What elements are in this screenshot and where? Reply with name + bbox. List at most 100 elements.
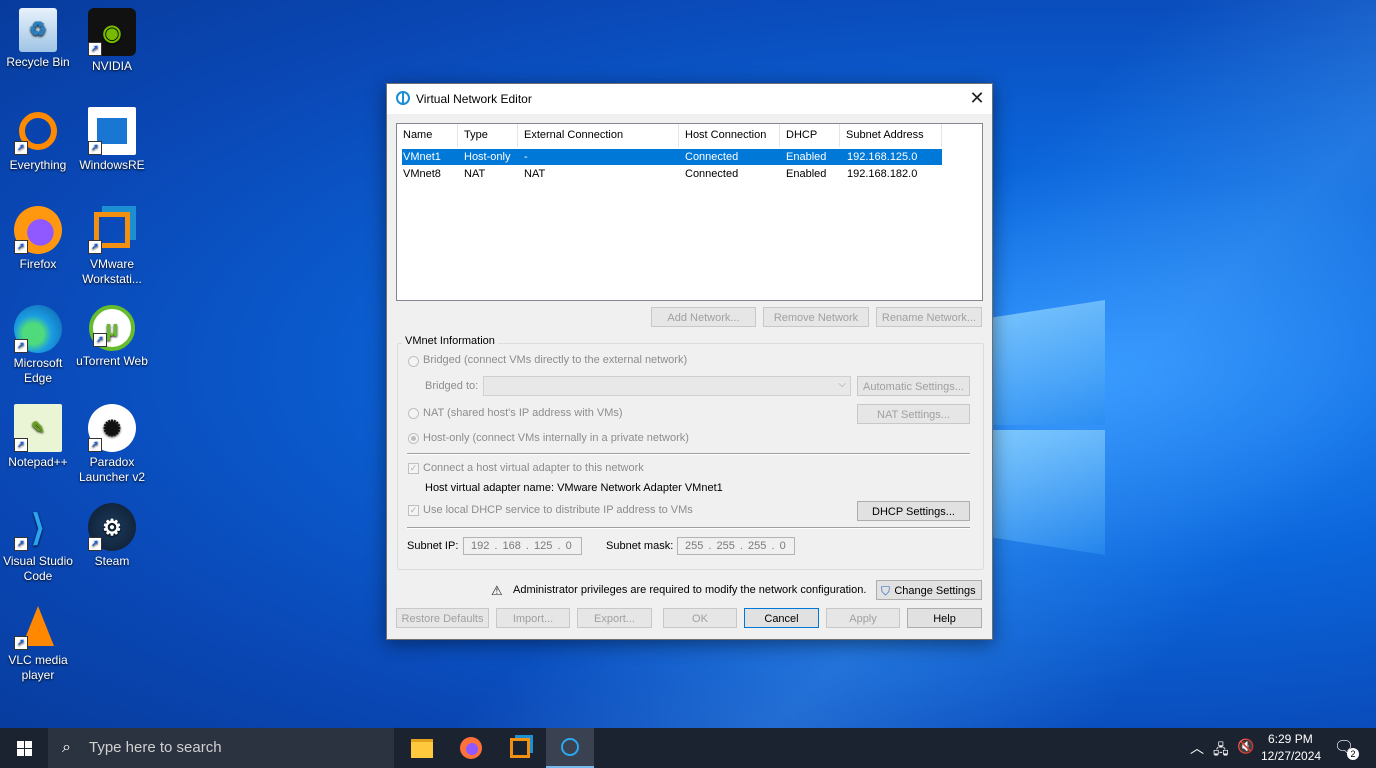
nat-radio[interactable]	[408, 408, 419, 419]
desktop-icon-vscode[interactable]: ⟩ ➚ Visual Studio Code	[0, 503, 78, 584]
nvidia-icon: ◉ ➚	[88, 8, 136, 56]
cell-subnet: 192.168.125.0	[847, 151, 918, 163]
network-icon[interactable]: 🖧	[1213, 739, 1229, 763]
column-header-name[interactable]: Name	[397, 124, 458, 147]
connect-adapter-label: Connect a host virtual adapter to this n…	[423, 462, 644, 474]
export-button[interactable]: Export...	[577, 608, 652, 628]
ok-button[interactable]: OK	[663, 608, 737, 628]
divider	[407, 453, 970, 455]
title-bar[interactable]: Virtual Network Editor ✕	[387, 84, 992, 114]
adapter-name-text: Host virtual adapter name: VMware Networ…	[425, 482, 723, 494]
search-placeholder: Type here to search	[89, 739, 222, 756]
clock-time[interactable]: 6:29 PM	[1268, 732, 1313, 746]
steam-icon: ⚙ ➚	[88, 503, 136, 551]
host-only-label: Host-only (connect VMs internally in a p…	[423, 432, 689, 444]
change-settings-label: Change Settings	[894, 585, 976, 597]
table-row[interactable]: VMnet1 Host-only - Connected Enabled 192…	[402, 149, 942, 165]
taskbar-search-box[interactable]: ⌕ Type here to search	[48, 728, 394, 768]
divider	[407, 527, 970, 529]
connect-adapter-checkbox[interactable]: ✓	[408, 463, 419, 474]
cancel-button[interactable]: Cancel	[744, 608, 819, 628]
import-button[interactable]: Import...	[496, 608, 570, 628]
bridged-to-select[interactable]: ⌵	[483, 376, 851, 396]
nat-settings-button[interactable]: NAT Settings...	[857, 404, 970, 424]
table-row[interactable]: VMnet8 NAT NAT Connected Enabled 192.168…	[402, 166, 942, 182]
vmware-icon: ➚	[88, 206, 136, 254]
recycle-bin-icon: ♻	[19, 8, 57, 52]
column-header-external[interactable]: External Connection	[518, 124, 679, 147]
edge-icon: ➚	[14, 305, 62, 353]
desktop-icon-steam[interactable]: ⚙ ➚ Steam	[72, 503, 152, 569]
desktop-icon-windowsre[interactable]: ➚ WindowsRE	[72, 107, 152, 173]
desktop-icon-notepadpp[interactable]: ✎ ➚ Notepad++	[0, 404, 78, 470]
windows-start-icon	[16, 740, 32, 756]
subnet-mask-field[interactable]: 255 . 255 . 255 . 0	[677, 537, 795, 555]
use-dhcp-label: Use local DHCP service to distribute IP …	[423, 504, 693, 516]
cell-name: VMnet8	[403, 168, 441, 180]
subnet-ip-field[interactable]: 192 . 168 . 125 . 0	[463, 537, 582, 555]
dialog-title: Virtual Network Editor	[416, 92, 532, 106]
nat-label: NAT (shared host's IP address with VMs)	[423, 407, 623, 419]
virtual-network-editor-dialog: Virtual Network Editor ✕ Name Type Exter…	[386, 83, 993, 640]
desktop-icon-utorrent[interactable]: µ ➚ uTorrent Web	[72, 305, 152, 369]
desktop-icon-label: Steam	[94, 554, 130, 568]
desktop-icon-nvidia[interactable]: ◉ ➚ NVIDIA	[72, 8, 152, 74]
desktop-icon-edge[interactable]: ➚ Microsoft Edge	[0, 305, 78, 386]
desktop-icon-recycle-bin[interactable]: ♻ Recycle Bin	[0, 8, 78, 70]
vmware-icon	[510, 738, 530, 758]
network-list[interactable]: Name Type External Connection Host Conne…	[396, 123, 983, 301]
desktop-icon-label: uTorrent Web	[76, 354, 148, 368]
cell-name: VMnet1	[403, 151, 441, 163]
chevron-up-icon[interactable]: ︿	[1190, 738, 1204, 758]
close-button[interactable]: ✕	[962, 84, 992, 114]
automatic-settings-button[interactable]: Automatic Settings...	[857, 376, 970, 396]
apply-button[interactable]: Apply	[826, 608, 900, 628]
start-button[interactable]	[0, 728, 48, 768]
volume-muted-icon[interactable]: 🔇	[1237, 738, 1254, 755]
column-header-type[interactable]: Type	[458, 124, 518, 147]
desktop-icon-label: Paradox Launcher v2	[78, 455, 146, 484]
cell-external: -	[524, 151, 528, 163]
rename-network-button[interactable]: Rename Network...	[876, 307, 982, 327]
desktop-icon-paradox[interactable]: ✺ ➚ Paradox Launcher v2	[72, 404, 152, 485]
help-button[interactable]: Help	[907, 608, 982, 628]
taskbar-vmware[interactable]	[496, 728, 544, 768]
bridged-to-label: Bridged to:	[425, 380, 479, 392]
desktop-icon-label: Notepad++	[8, 455, 68, 469]
restore-defaults-button[interactable]: Restore Defaults	[396, 608, 489, 628]
everything-search-icon: ➚	[14, 107, 62, 155]
taskbar-firefox[interactable]	[447, 728, 495, 768]
bridged-radio[interactable]	[408, 356, 419, 367]
taskbar-file-explorer[interactable]	[398, 728, 446, 768]
column-header-subnet[interactable]: Subnet Address	[840, 124, 942, 147]
dhcp-settings-button[interactable]: DHCP Settings...	[857, 501, 970, 521]
cell-host: Connected	[685, 168, 739, 180]
utorrent-icon: µ ➚	[89, 305, 135, 351]
use-dhcp-checkbox[interactable]: ✓	[408, 505, 419, 516]
cell-type: Host-only	[464, 151, 511, 163]
add-network-button[interactable]: Add Network...	[651, 307, 756, 327]
desktop-icon-everything[interactable]: ➚ Everything	[0, 107, 78, 173]
file-explorer-icon	[411, 738, 433, 758]
windows-logo-pane-tl	[992, 300, 1105, 425]
host-only-radio[interactable]	[408, 433, 419, 444]
globe-icon	[396, 91, 410, 105]
vscode-icon: ⟩ ➚	[14, 503, 62, 551]
remove-network-button[interactable]: Remove Network	[763, 307, 869, 327]
desktop-icon-vmware[interactable]: ➚ VMware Workstati...	[72, 206, 152, 287]
desktop-icon-label: Visual Studio Code	[3, 554, 73, 583]
clock-date[interactable]: 12/27/2024	[1261, 749, 1321, 763]
taskbar-virtual-network-editor[interactable]	[546, 728, 594, 768]
notepadpp-icon: ✎ ➚	[14, 404, 62, 452]
column-header-dhcp[interactable]: DHCP	[780, 124, 840, 147]
desktop-icon-firefox[interactable]: ➚ Firefox	[0, 206, 78, 272]
change-settings-button[interactable]: ⛉ Change Settings	[876, 580, 982, 600]
desktop-icon-vlc[interactable]: ➚ VLC media player	[0, 602, 78, 683]
windowsre-icon: ➚	[88, 107, 136, 155]
cell-type: NAT	[464, 168, 486, 180]
desktop-icon-label: Microsoft Edge	[13, 356, 63, 385]
column-header-host[interactable]: Host Connection	[679, 124, 780, 147]
desktop-icon-label: NVIDIA	[91, 59, 132, 73]
desktop-icon-label: WindowsRE	[79, 158, 145, 172]
list-header: Name Type External Connection Host Conne…	[397, 124, 942, 148]
